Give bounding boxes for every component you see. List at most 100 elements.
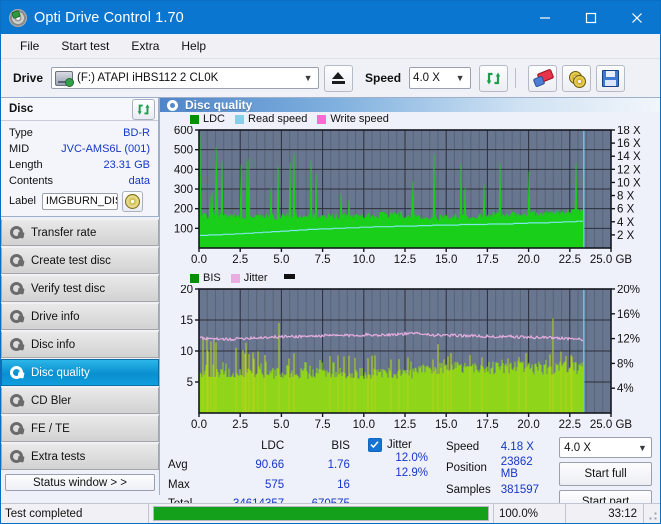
chart-bis: 5 10 15 20 4% 8% 12% 16% 20% 0.0 2.5 5.0 7.5 10.0 12.5… (166, 285, 654, 433)
svg-text:600: 600 (174, 126, 193, 137)
svg-text:10 X: 10 X (617, 177, 641, 189)
chevron-down-icon: ▼ (303, 73, 313, 83)
samples-row: Samples 381597 (446, 482, 545, 497)
resize-grip-icon[interactable] (644, 504, 660, 523)
svg-text:2.5: 2.5 (232, 419, 248, 431)
svg-text:15: 15 (180, 315, 193, 327)
drive-icon (55, 70, 75, 87)
eject-button[interactable] (324, 64, 354, 92)
svg-text:12 X: 12 X (617, 164, 641, 176)
svg-text:5.0: 5.0 (273, 254, 289, 266)
sidebar-label: Verify test disc (31, 282, 106, 295)
sidebar-item-transfer-rate[interactable]: Transfer rate (1, 219, 159, 246)
svg-text:300: 300 (174, 184, 193, 196)
minimize-icon[interactable] (522, 1, 568, 34)
svg-text:15.0: 15.0 (435, 254, 457, 266)
sidebar-label: Disc quality (31, 366, 90, 379)
chart-ldc: 100 200 300 400 500 600 2 X4 X6 X8 X 10 X 12 X 14… (166, 126, 654, 268)
sidebar-item-verify-test-disc[interactable]: Verify test disc (1, 275, 159, 302)
stats-panel: LDC BIS Avg 90.66 1.76 Max 575 16 Tota (160, 433, 660, 514)
sidebar-item-cd-bler[interactable]: CD Bler (1, 387, 159, 414)
window-title: Opti Drive Control 1.70 (34, 9, 184, 26)
drive-select-value: (F:) ATAPI iHBS112 2 CL0K (77, 72, 219, 84)
legend-swatch-bis (190, 273, 199, 283)
svg-text:15.0: 15.0 (435, 419, 457, 431)
sidebar-item-fe-te[interactable]: FE / TE (1, 415, 159, 442)
menu-start-test[interactable]: Start test (50, 36, 120, 56)
disc-info-panel: Disc Type BD-R MID JVC-AMS6L (001) Lengt… (1, 98, 159, 217)
disc-length-value: 23.31 GB (103, 159, 150, 171)
panel-title: Disc quality (185, 98, 253, 112)
svg-text:2.5: 2.5 (232, 254, 248, 266)
main-area: Disc Type BD-R MID JVC-AMS6L (001) Lengt… (1, 98, 660, 514)
svg-text:22.5: 22.5 (559, 419, 581, 431)
menu-extra[interactable]: Extra (120, 36, 170, 56)
col-header-ldc: LDC (261, 440, 285, 453)
svg-text:25.0 GB: 25.0 GB (590, 254, 633, 266)
disc-properties: Type BD-R MID JVC-AMS6L (001) Length 23.… (1, 121, 158, 216)
drive-label: Drive (13, 71, 44, 85)
sidebar-item-disc-quality[interactable]: Disc quality (1, 359, 159, 386)
samples-label: Samples (445, 483, 491, 496)
disc-label-button[interactable] (121, 190, 143, 212)
status-window-button[interactable]: Status window > > (5, 474, 155, 491)
drive-select[interactable]: (F:) ATAPI iHBS112 2 CL0K ▼ (51, 67, 320, 89)
close-icon[interactable] (614, 1, 660, 34)
disc-label-label: Label (9, 195, 36, 207)
save-button[interactable] (596, 64, 626, 92)
jitter-checkbox[interactable] (367, 437, 382, 452)
svg-text:20%: 20% (617, 285, 640, 296)
maximize-icon[interactable] (568, 1, 614, 34)
svg-text:7.5: 7.5 (315, 419, 331, 431)
progress-track (153, 506, 489, 521)
sidebar-item-extra-tests[interactable]: Extra tests (1, 443, 159, 470)
table-row: Max 575 16 (168, 476, 350, 495)
svg-text:8 X: 8 X (617, 191, 635, 203)
disc-type-value: BD-R (123, 127, 150, 139)
svg-text:200: 200 (174, 204, 193, 216)
speed-select[interactable]: 4.0 X ▼ (409, 67, 472, 89)
legend-label-jitter: Jitter (243, 272, 268, 284)
charts-area: LDC Read speed Write speed 100 200 300 400 5… (160, 112, 660, 433)
svg-text:5.0: 5.0 (273, 419, 289, 431)
menu-help[interactable]: Help (170, 36, 217, 56)
toolbar-separator (515, 68, 517, 88)
col-header-bis: BIS (331, 440, 350, 453)
speed-select-value: 4.0 X (413, 72, 440, 84)
sidebar-label: CD Bler (31, 394, 72, 407)
svg-text:7.5: 7.5 (315, 254, 331, 266)
disc-refresh-button[interactable] (132, 98, 155, 120)
position-value: 23862 MB (500, 456, 533, 480)
start-full-button[interactable]: Start full (559, 462, 652, 486)
svg-text:18 X: 18 X (617, 126, 641, 137)
svg-text:500: 500 (174, 145, 193, 157)
menu-file[interactable]: File (9, 36, 50, 56)
erase-button[interactable] (528, 64, 558, 92)
disc-row-mid: MID JVC-AMS6L (001) (9, 141, 150, 157)
legend-swatch-read-speed (235, 114, 245, 124)
discs-button[interactable] (562, 64, 592, 92)
sidebar-item-drive-info[interactable]: Drive info (1, 303, 159, 330)
sidebar-label: FE / TE (31, 422, 70, 435)
refresh-button[interactable] (479, 64, 509, 92)
svg-text:10.0: 10.0 (353, 254, 375, 266)
disc-label-input[interactable]: IMGBURN_DIS (41, 192, 118, 210)
sidebar-label: Create test disc (31, 254, 111, 267)
test-speed-select[interactable]: 4.0 X ▼ (559, 437, 652, 458)
marker-icon (283, 273, 295, 279)
content-panel: Disc quality LDC Read speed Write speed … (159, 98, 660, 514)
eraser-icon (532, 68, 555, 88)
disc-icon (8, 253, 24, 268)
disc-panel-header: Disc (1, 98, 158, 121)
row-label-avg: Avg (168, 459, 188, 472)
legend-label-write-speed: Write speed (330, 113, 389, 125)
sidebar-item-disc-info[interactable]: Disc info (1, 331, 159, 358)
jitter-avg-value: 12.0% (395, 452, 428, 464)
sidebar-item-create-test-disc[interactable]: Create test disc (1, 247, 159, 274)
max-bis-value: 16 (337, 478, 350, 491)
legend-swatch-write-speed (317, 114, 327, 124)
jitter-label: Jitter (386, 438, 412, 451)
svg-text:4%: 4% (617, 383, 634, 395)
svg-text:12.5: 12.5 (394, 254, 416, 266)
svg-text:20: 20 (180, 285, 193, 296)
